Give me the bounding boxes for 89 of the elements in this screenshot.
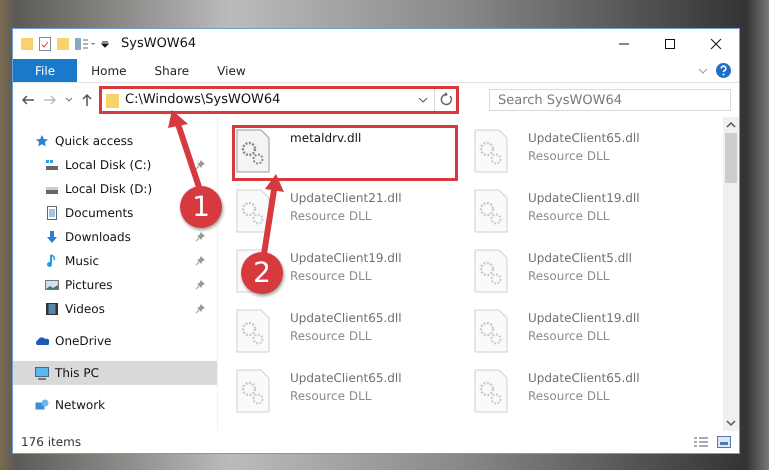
sidebar-item[interactable]: Network: [13, 393, 217, 417]
sidebar-label: Quick access: [55, 133, 134, 150]
up-arrow-icon[interactable]: [81, 93, 93, 107]
down-arrow-icon: [45, 230, 59, 244]
sidebar-label: Local Disk (C:): [65, 157, 152, 174]
window-title: SysWOW64: [121, 35, 196, 54]
file-name: UpdateClient5.dll: [528, 250, 632, 267]
gears-file-icon: [236, 129, 270, 173]
ribbon-tab[interactable]: File: [13, 59, 78, 82]
file-name: UpdateClient65.dll: [528, 370, 640, 387]
back-arrow-icon[interactable]: [21, 94, 35, 106]
sidebar-label: Music: [65, 253, 100, 270]
file-name: UpdateClient19.dll: [528, 190, 640, 207]
sidebar-item[interactable]: Local Disk (C:): [13, 153, 217, 177]
sidebar-item[interactable]: Music: [13, 249, 217, 273]
file-name: UpdateClient65.dll: [290, 310, 402, 327]
document-icon: [45, 206, 59, 220]
item-count: 176 items: [21, 434, 82, 451]
sidebar-item[interactable]: Pictures: [13, 273, 217, 297]
details-view-icon[interactable]: [693, 436, 709, 448]
sidebar-label: Local Disk (D:): [65, 181, 152, 198]
pin-icon[interactable]: [195, 232, 205, 242]
monitor-icon: [35, 366, 49, 380]
gears-file-icon: [236, 369, 270, 413]
gears-file-icon: [474, 129, 508, 173]
file-type: Resource DLL: [290, 208, 372, 225]
file-name: UpdateClient19.dll: [290, 250, 402, 267]
file-name: UpdateClient21.dll: [290, 190, 402, 207]
recent-caret-icon[interactable]: [65, 97, 73, 103]
network-icon: [35, 398, 49, 412]
help-icon[interactable]: [716, 63, 731, 78]
maximize-icon: [664, 38, 676, 50]
sidebar-label: Network: [55, 397, 106, 414]
sidebar-label: Videos: [65, 301, 105, 318]
properties-icon[interactable]: [39, 37, 51, 51]
sidebar-label: OneDrive: [55, 333, 112, 350]
file-name: UpdateClient19.dll: [528, 310, 640, 327]
star-icon: [35, 134, 49, 148]
dropdown-caret-icon[interactable]: [418, 97, 428, 103]
customize-caret-icon[interactable]: [101, 39, 109, 49]
gears-file-icon: [236, 189, 270, 233]
gears-file-icon: [474, 309, 508, 353]
pin-icon[interactable]: [195, 280, 205, 290]
picture-icon: [45, 278, 59, 292]
sidebar-item[interactable]: Quick access: [13, 129, 217, 153]
file-type: Resource DLL: [528, 268, 610, 285]
ribbon-tab[interactable]: View: [203, 59, 260, 82]
file-name: UpdateClient65.dll: [290, 370, 402, 387]
file-type: Resource DLL: [290, 268, 372, 285]
sidebar-label: Downloads: [65, 229, 131, 246]
gears-file-icon: [474, 369, 508, 413]
gears-file-icon: [474, 249, 508, 293]
file-type: Resource DLL: [528, 388, 610, 405]
sidebar-item[interactable]: Downloads: [13, 225, 217, 249]
sidebar-label: This PC: [55, 365, 99, 382]
file-type: Resource DLL: [290, 388, 372, 405]
folder-icon: [106, 92, 119, 108]
file-type: Resource DLL: [528, 208, 610, 225]
sidebar-item[interactable]: Documents: [13, 201, 146, 225]
ribbon-tab[interactable]: Home: [77, 59, 141, 82]
sidebar-item[interactable]: This PC: [13, 361, 217, 385]
gears-file-icon: [474, 189, 508, 233]
ribbon-tab[interactable]: Share: [140, 59, 204, 82]
file-type: Resource DLL: [528, 148, 610, 165]
expand-ribbon-icon[interactable]: [698, 68, 708, 74]
scroll-thumb[interactable]: [725, 133, 737, 183]
file-name: UpdateClient65.dll: [528, 130, 640, 147]
scroll-up-icon[interactable]: [726, 121, 736, 129]
file-type: Resource DLL: [528, 328, 610, 345]
file-name: metaldrv.dll: [290, 130, 362, 147]
pin-icon[interactable]: [195, 160, 205, 170]
film-icon: [45, 302, 59, 316]
sidebar-label: Pictures: [65, 277, 113, 294]
pin-icon[interactable]: [195, 304, 205, 314]
drive-icon: [45, 158, 59, 172]
sidebar-item[interactable]: OneDrive: [13, 329, 217, 353]
file-type: Resource DLL: [290, 328, 372, 345]
large-icons-view-icon[interactable]: [717, 436, 731, 448]
search-field[interactable]: Search SysWOW64: [489, 89, 731, 111]
scroll-down-icon[interactable]: [726, 419, 736, 427]
gears-file-icon: [236, 309, 270, 353]
pin-icon[interactable]: [195, 256, 205, 266]
close-icon: [710, 38, 722, 50]
sidebar-item[interactable]: Local Disk (D:): [13, 177, 164, 201]
view-list-icon[interactable]: [75, 37, 95, 51]
sidebar-label: Documents: [65, 205, 134, 222]
address-bar[interactable]: C:\Windows\SysWOW64: [101, 88, 457, 112]
sidebar-item[interactable]: Videos: [13, 297, 217, 321]
scrollbar[interactable]: [723, 117, 739, 431]
